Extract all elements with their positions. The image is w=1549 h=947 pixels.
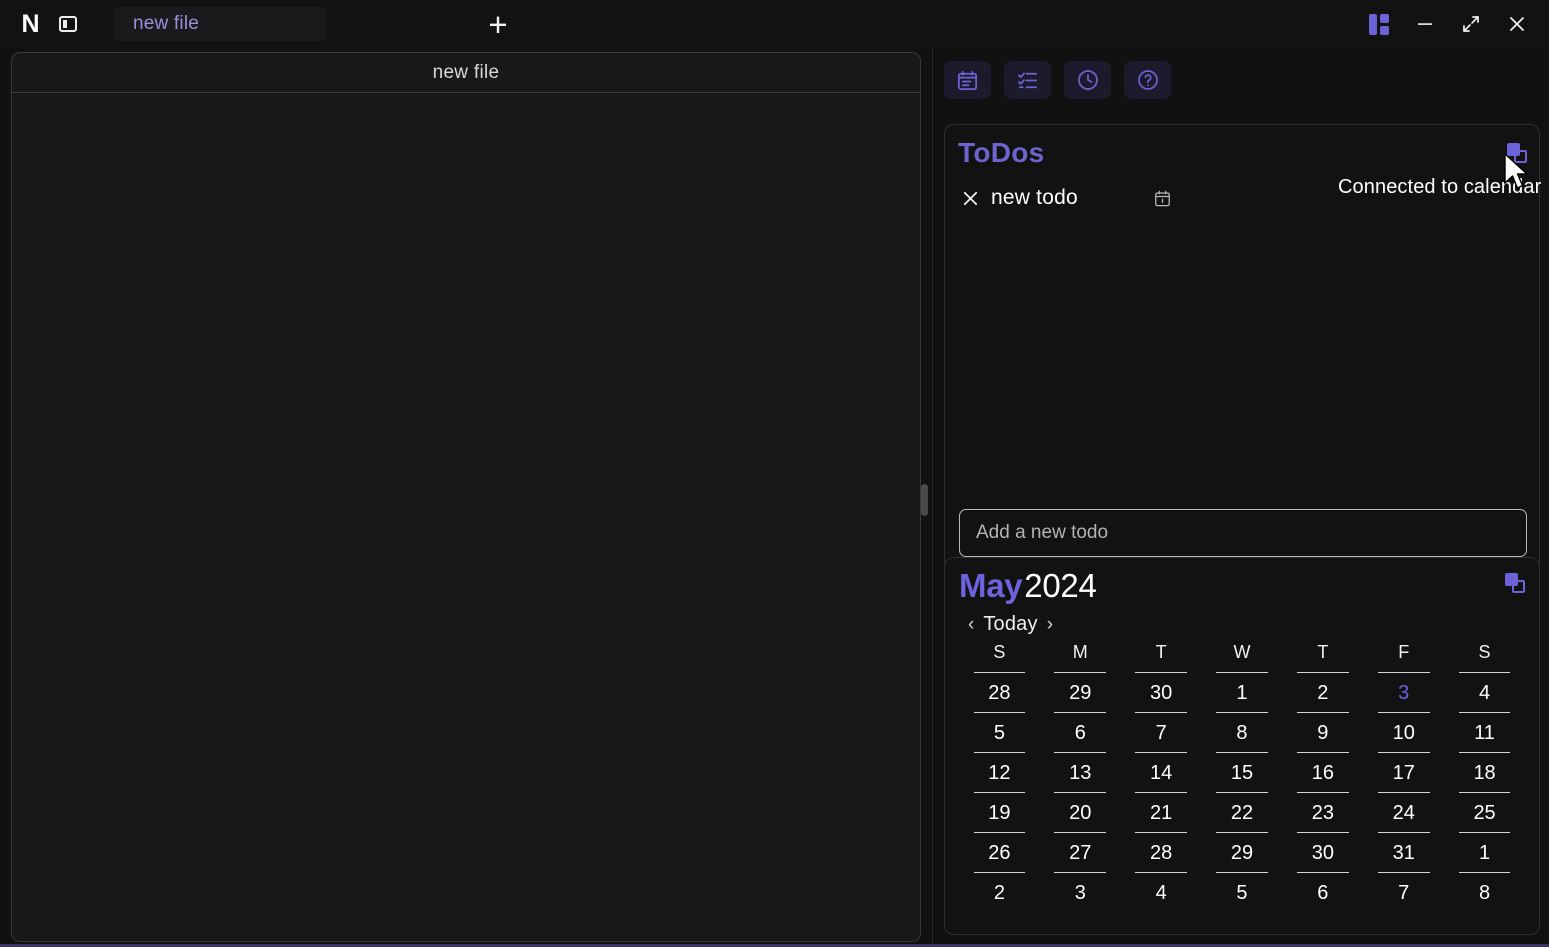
calendar-date-cell[interactable]: 25 <box>1444 793 1525 833</box>
calendar-date-cell[interactable]: 24 <box>1363 793 1444 833</box>
close-icon[interactable] <box>959 187 981 209</box>
calendar-date-cell[interactable]: 8 <box>1202 713 1283 753</box>
calendar-date-cell[interactable]: 20 <box>1040 793 1121 833</box>
window-controls <box>1361 6 1535 42</box>
clock-icon[interactable] <box>1064 61 1111 99</box>
calendar-date-cell[interactable]: 15 <box>1202 753 1283 793</box>
calendar-date-cell[interactable]: 30 <box>1282 833 1363 873</box>
today-button[interactable]: Today <box>983 613 1037 636</box>
sidebar-toggle-icon[interactable] <box>53 9 83 39</box>
editor-title: new file <box>12 53 920 93</box>
calendar-date-cell[interactable]: 7 <box>1363 873 1444 913</box>
add-todo-input[interactable] <box>959 509 1527 557</box>
calendar-month: May <box>959 567 1023 604</box>
calendar-card: May 2024 ‹ Today › S M T W T F S 28 29 30 1 2 3 4 5 6 7 8… <box>944 557 1540 935</box>
calendar-date-cell[interactable]: 6 <box>1282 873 1363 913</box>
new-tab-button[interactable]: + <box>477 4 519 44</box>
calendar-date-cell[interactable]: 8 <box>1444 873 1525 913</box>
todo-item-label: new todo <box>991 186 1078 209</box>
calendar-date-cell[interactable]: 13 <box>1040 753 1121 793</box>
calendar-date-cell[interactable]: 12 <box>959 753 1040 793</box>
calendar-grid: S M T W T F S 28 29 30 1 2 3 4 5 6 7 8 9 10 11 12 13 14 15 16 17 18… <box>959 642 1525 913</box>
editor-content-area[interactable] <box>12 93 920 941</box>
calendar-date-cell[interactable]: 3 <box>1363 673 1444 713</box>
calendar-day-header: T <box>1282 642 1363 673</box>
duplicate-icon[interactable] <box>1505 573 1525 593</box>
calendar-date-cell[interactable]: 6 <box>1040 713 1121 753</box>
right-panel: ToDos new todo Add a new todo Connected … <box>933 48 1549 944</box>
calendar-nav: ‹ Today › <box>968 613 1525 636</box>
editor-pane: new file <box>11 52 921 942</box>
calendar-date-cell[interactable]: 23 <box>1282 793 1363 833</box>
calendar-date-cell[interactable]: 2 <box>1282 673 1363 713</box>
calendar-icon[interactable] <box>944 61 991 99</box>
question-circle-icon[interactable] <box>1124 61 1171 99</box>
calendar-date-cell[interactable]: 28 <box>1121 833 1202 873</box>
calendar-date-cell[interactable]: 19 <box>959 793 1040 833</box>
todos-heading: ToDos <box>958 137 1045 168</box>
app-window: N new file + new file ToDos new todo Add… <box>0 0 1549 947</box>
calendar-icon[interactable] <box>1153 189 1172 208</box>
calendar-date-cell[interactable]: 1 <box>1202 673 1283 713</box>
title-bar: N new file + <box>0 0 1549 48</box>
calendar-date-cell[interactable]: 4 <box>1444 673 1525 713</box>
calendar-date-cell[interactable]: 9 <box>1282 713 1363 753</box>
calendar-date-cell[interactable]: 11 <box>1444 713 1525 753</box>
calendar-date-cell[interactable]: 26 <box>959 833 1040 873</box>
tab-label: new file <box>133 13 200 34</box>
calendar-date-cell[interactable]: 5 <box>1202 873 1283 913</box>
pane-resize-handle[interactable] <box>921 484 928 516</box>
calendar-date-cell[interactable]: 1 <box>1444 833 1525 873</box>
panel-toolbar <box>933 48 1549 99</box>
app-logo-n[interactable]: N <box>13 7 47 41</box>
calendar-date-cell[interactable]: 30 <box>1121 673 1202 713</box>
calendar-title: May 2024 <box>959 567 1525 605</box>
checklist-icon[interactable] <box>1004 61 1051 99</box>
calendar-day-header: T <box>1121 642 1202 673</box>
close-button[interactable] <box>1499 6 1535 42</box>
calendar-date-cell[interactable]: 31 <box>1363 833 1444 873</box>
calendar-date-cell[interactable]: 3 <box>1040 873 1121 913</box>
next-month-button[interactable]: › <box>1047 614 1053 636</box>
calendar-date-cell[interactable]: 2 <box>959 873 1040 913</box>
calendar-date-cell[interactable]: 18 <box>1444 753 1525 793</box>
calendar-day-header: W <box>1202 642 1283 673</box>
calendar-date-cell[interactable]: 16 <box>1282 753 1363 793</box>
calendar-date-cell[interactable]: 4 <box>1121 873 1202 913</box>
calendar-date-cell[interactable]: 7 <box>1121 713 1202 753</box>
calendar-date-cell[interactable]: 29 <box>1202 833 1283 873</box>
layout-grid-icon[interactable] <box>1361 6 1397 42</box>
tab-strip: new file + <box>113 0 1361 48</box>
prev-month-button[interactable]: ‹ <box>968 614 974 636</box>
calendar-date-cell[interactable]: 14 <box>1121 753 1202 793</box>
calendar-date-cell[interactable]: 5 <box>959 713 1040 753</box>
calendar-day-header: F <box>1363 642 1444 673</box>
calendar-day-header: M <box>1040 642 1121 673</box>
calendar-date-cell[interactable]: 17 <box>1363 753 1444 793</box>
maximize-button[interactable] <box>1453 6 1489 42</box>
minimize-button[interactable] <box>1407 6 1443 42</box>
mouse-cursor <box>1503 152 1533 199</box>
calendar-date-cell[interactable]: 21 <box>1121 793 1202 833</box>
calendar-date-cell[interactable]: 10 <box>1363 713 1444 753</box>
calendar-year: 2024 <box>1024 567 1097 604</box>
tab-new-file[interactable]: new file <box>113 7 327 41</box>
calendar-date-cell[interactable]: 29 <box>1040 673 1121 713</box>
calendar-day-header: S <box>1444 642 1525 673</box>
calendar-date-cell[interactable]: 28 <box>959 673 1040 713</box>
calendar-date-cell[interactable]: 22 <box>1202 793 1283 833</box>
calendar-day-header: S <box>959 642 1040 673</box>
calendar-date-cell[interactable]: 27 <box>1040 833 1121 873</box>
